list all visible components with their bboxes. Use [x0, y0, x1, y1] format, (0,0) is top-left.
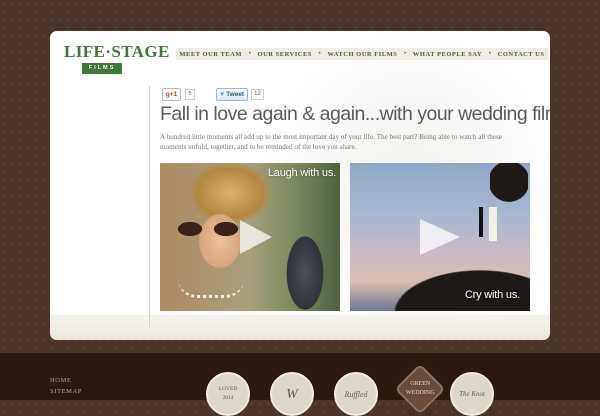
footer-link-home[interactable]: HOME: [50, 375, 82, 386]
video-laugh[interactable]: Laugh with us.: [160, 163, 340, 311]
nav-item-watch-our-films[interactable]: WATCH OUR FILMS: [327, 51, 397, 58]
content-divider: [149, 86, 150, 327]
video-thumbnail-detail: [479, 207, 483, 237]
award-badge[interactable]: LOVED 2014: [206, 372, 250, 416]
play-icon[interactable]: [420, 219, 460, 255]
page-description: A hundred little moments all add up to t…: [160, 133, 502, 151]
tweet-button[interactable]: ♥ Tweet: [216, 87, 249, 101]
video-caption: Cry with us.: [464, 289, 520, 301]
award-badge[interactable]: Ruffled: [334, 372, 378, 416]
logo[interactable]: LIFE·STAGE FILMS: [64, 42, 170, 77]
logo-ribbon: FILMS: [82, 63, 122, 74]
video-thumbnail-detail: [178, 279, 244, 298]
tweet-count: 12: [251, 88, 264, 100]
nav-item-contact-us[interactable]: CONTACT US: [498, 51, 545, 58]
footer-link-sitemap[interactable]: SITEMAP: [50, 386, 82, 397]
main-nav: MEET OUR TEAM • OUR SERVICES • WATCH OUR…: [176, 48, 548, 60]
nav-item-what-people-say[interactable]: WHAT PEOPLE SAY: [413, 51, 482, 58]
award-badge[interactable]: W: [270, 372, 314, 416]
google-plus-count: 5: [185, 88, 195, 100]
footer-links: HOME SITEMAP: [50, 375, 82, 397]
nav-separator: •: [488, 51, 491, 57]
video-caption: Laugh with us.: [267, 167, 336, 179]
nav-separator: •: [404, 51, 407, 57]
video-thumbnail-detail: [490, 163, 528, 209]
google-plus-button[interactable]: g+1: [162, 87, 181, 101]
page-headline: Fall in love again & again...with your w…: [160, 103, 550, 125]
video-thumbnail-detail: [172, 221, 242, 237]
nav-separator: •: [248, 51, 251, 57]
social-buttons: g+1 5 ♥ Tweet 12: [162, 87, 264, 101]
nav-item-our-services[interactable]: OUR SERVICES: [258, 51, 312, 58]
award-badge[interactable]: The Knot: [450, 372, 494, 416]
logo-text: LIFE·STAGE: [64, 42, 170, 61]
nav-item-meet-our-team[interactable]: MEET OUR TEAM: [179, 51, 242, 58]
nav-separator: •: [318, 51, 321, 57]
video-cry[interactable]: Cry with us.: [350, 163, 530, 311]
background-ground: [50, 315, 550, 340]
play-icon[interactable]: [240, 220, 272, 254]
tweet-label: Tweet: [226, 90, 245, 98]
twitter-bird-icon: ♥: [220, 90, 225, 98]
